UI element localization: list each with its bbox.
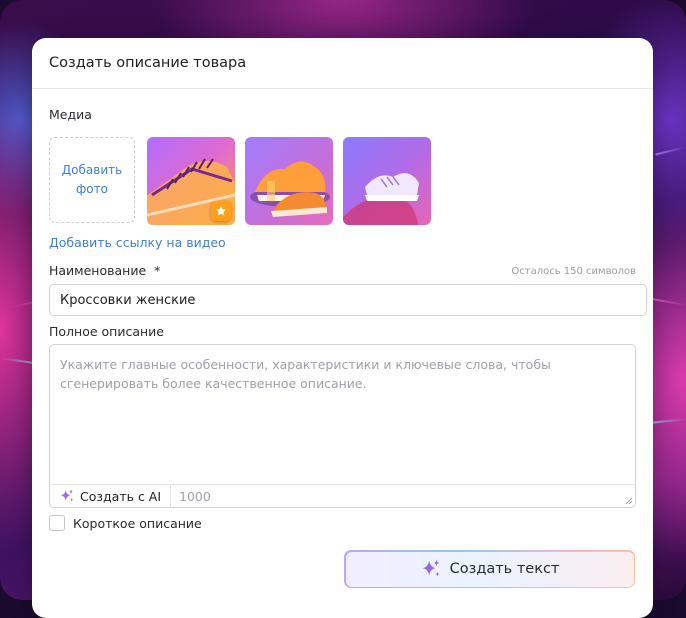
sneaker-photo-icon <box>343 137 431 225</box>
full-description-textarea[interactable]: Укажите главные особенности, характерист… <box>49 344 636 508</box>
create-with-ai-button[interactable]: Создать с AI <box>50 485 172 507</box>
create-description-dialog: Создать описание товара Медиа Добавить ф… <box>32 38 653 618</box>
name-label-text: Наименование <box>49 263 147 278</box>
required-mark: * <box>154 263 161 278</box>
media-label: Медиа <box>49 107 92 122</box>
sneaker-photo-icon <box>245 137 333 225</box>
sparkle-icon <box>422 559 439 577</box>
product-name-input[interactable]: Кроссовки женские <box>49 284 647 316</box>
short-description-checkbox-row[interactable]: Короткое описание <box>49 515 202 531</box>
name-remaining-chars: Осталось 150 символов <box>511 266 636 277</box>
create-with-ai-label: Создать с AI <box>80 488 162 504</box>
description-char-counter: 1000 <box>179 488 211 504</box>
star-icon <box>216 206 226 216</box>
main-photo-star-badge <box>211 201 231 221</box>
photo-thumbnail-3[interactable] <box>343 137 431 225</box>
add-photo-label-line1: Добавить <box>61 163 123 177</box>
short-description-checkbox[interactable] <box>49 515 65 531</box>
add-photo-button[interactable]: Добавить фото <box>49 137 135 223</box>
short-description-label: Короткое описание <box>73 515 202 531</box>
description-placeholder: Укажите главные особенности, характерист… <box>60 357 551 391</box>
name-field-label: Наименование * <box>49 263 160 278</box>
add-photo-label-line2: фото <box>76 182 108 196</box>
full-description-label: Полное описание <box>49 324 164 339</box>
product-name-value: Кроссовки женские <box>60 292 196 308</box>
photo-thumbnail-2[interactable] <box>245 137 333 225</box>
add-video-link[interactable]: Добавить ссылку на видео <box>49 235 226 250</box>
dialog-title: Создать описание товара <box>32 38 653 89</box>
generate-text-button[interactable]: Создать текст <box>344 550 635 588</box>
textarea-footer: Создать с AI 1000 <box>50 484 635 507</box>
photo-thumbnail-1[interactable] <box>147 137 235 225</box>
sparkle-icon <box>61 489 73 502</box>
resize-handle-icon[interactable] <box>625 497 633 505</box>
generate-text-label: Создать текст <box>449 561 560 577</box>
